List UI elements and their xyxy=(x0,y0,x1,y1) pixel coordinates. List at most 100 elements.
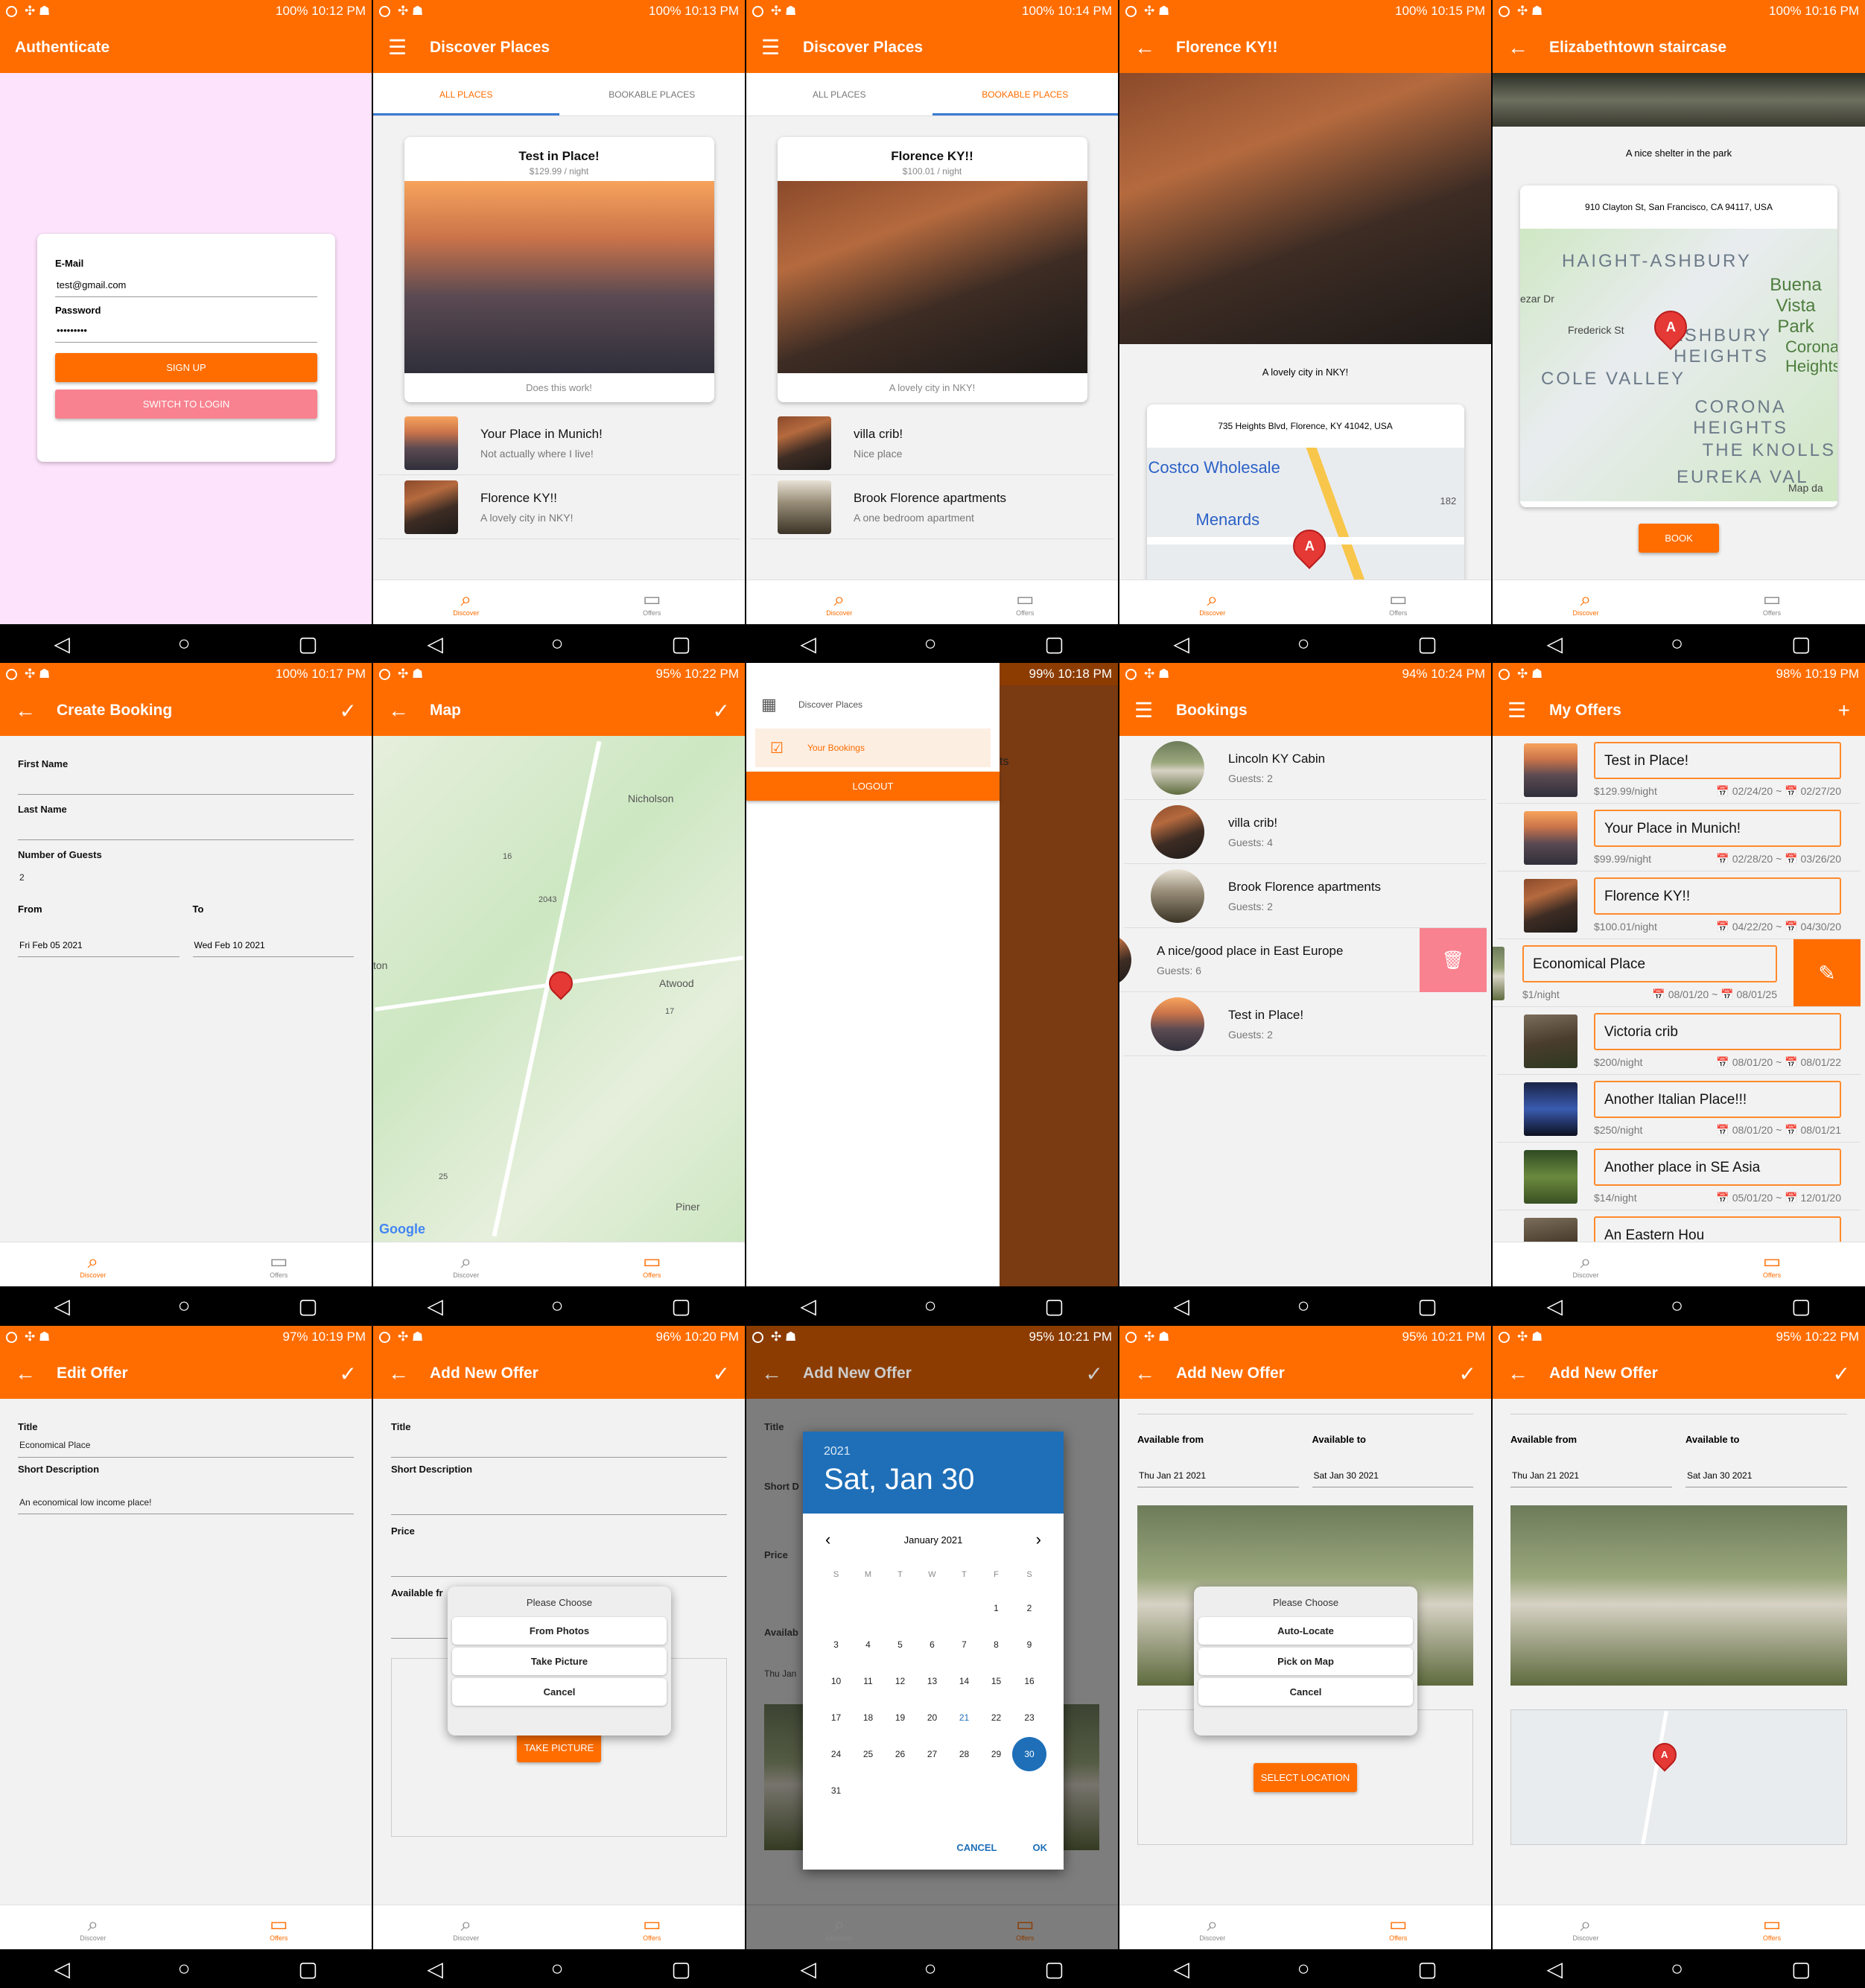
calendar-day[interactable]: 31 xyxy=(820,1772,852,1808)
menu-item-discover[interactable]: ▦ Discover Places xyxy=(746,685,1000,724)
tab-discover[interactable]: ⌕ Discover xyxy=(1119,580,1306,624)
back-icon[interactable]: ◁ xyxy=(54,1294,70,1318)
calendar-day[interactable]: 24 xyxy=(820,1735,852,1772)
calendar-day[interactable]: 18 xyxy=(852,1699,884,1735)
calendar-day[interactable]: 22 xyxy=(980,1699,1012,1735)
calendar-day[interactable]: 25 xyxy=(852,1735,884,1772)
recents-icon[interactable]: ▢ xyxy=(671,1294,690,1318)
offer-item[interactable]: Another Italian Place!!! $250/night 📅 08/0… xyxy=(1497,1075,1861,1143)
calendar-day[interactable]: 27 xyxy=(916,1735,948,1772)
back-arrow-icon[interactable]: ← xyxy=(761,1363,803,1384)
description-field[interactable]: Short Description An economical low incom… xyxy=(18,1464,354,1514)
list-item[interactable]: Florence KY!! A lovely city in NKY! xyxy=(378,475,740,539)
tab-offers[interactable]: ▭ Offers xyxy=(932,580,1119,624)
booking-item[interactable]: Test in Place! Guests: 2 xyxy=(1124,992,1487,1056)
take-picture-option[interactable]: Take Picture xyxy=(452,1648,667,1675)
recents-icon[interactable]: ▢ xyxy=(1791,632,1811,656)
price-field[interactable]: Price xyxy=(391,1525,727,1577)
back-icon[interactable]: ◁ xyxy=(1547,1957,1563,1981)
back-arrow-icon[interactable]: ← xyxy=(1507,1363,1549,1384)
auto-locate-option[interactable]: Auto-Locate xyxy=(1198,1617,1413,1645)
check-icon[interactable]: ✓ xyxy=(1459,1362,1476,1386)
back-arrow-icon[interactable]: ← xyxy=(1507,37,1549,58)
tab-offers[interactable]: ▭ Offers xyxy=(186,1242,372,1286)
cancel-option[interactable]: Cancel xyxy=(1198,1678,1413,1706)
field-input[interactable]: An economical low income place! xyxy=(18,1475,354,1514)
back-arrow-icon[interactable]: ← xyxy=(388,700,430,721)
back-icon[interactable]: ◁ xyxy=(1173,1957,1189,1981)
home-icon[interactable]: ○ xyxy=(1297,632,1310,655)
chevron-right-icon[interactable]: › xyxy=(1036,1530,1041,1549)
tab-offers[interactable]: ▭ Offers xyxy=(559,1905,746,1949)
recents-icon[interactable]: ▢ xyxy=(1791,1294,1811,1318)
field-input[interactable]: 2 xyxy=(18,860,354,889)
available-to-field[interactable]: Available to Sat Jan 30 2021 xyxy=(1312,1434,1473,1487)
menu-icon[interactable]: ☰ xyxy=(1134,700,1176,721)
calendar-day[interactable]: 2 xyxy=(1012,1590,1046,1626)
tab-all-places[interactable]: ALL PLACES xyxy=(746,73,932,115)
field-input[interactable]: Economical Place xyxy=(18,1432,354,1458)
field-input[interactable] xyxy=(391,1537,727,1577)
recents-icon[interactable]: ▢ xyxy=(671,632,690,656)
tab-offers[interactable]: ▭ Offers xyxy=(932,1905,1119,1949)
tab-all-places[interactable]: ALL PLACES xyxy=(373,73,559,115)
tab-offers[interactable]: ▭ Offers xyxy=(1306,1905,1492,1949)
recents-icon[interactable]: ▢ xyxy=(1791,1957,1811,1981)
list-item[interactable]: Brook Florence apartments A one bedroom a… xyxy=(751,475,1113,539)
offer-item[interactable]: An Eastern Hou xyxy=(1497,1210,1861,1242)
field-input[interactable] xyxy=(18,769,354,795)
field-input[interactable] xyxy=(391,1475,727,1515)
tab-discover[interactable]: ⌕ Discover xyxy=(0,1905,186,1949)
calendar-day[interactable]: 23 xyxy=(1012,1699,1046,1735)
available-to-field[interactable]: Available to Sat Jan 30 2021 xyxy=(1686,1434,1847,1487)
calendar-day[interactable]: 29 xyxy=(980,1735,1012,1772)
home-icon[interactable]: ○ xyxy=(1297,1294,1310,1318)
menu-icon[interactable]: ☰ xyxy=(388,37,430,58)
home-icon[interactable]: ○ xyxy=(1671,1294,1683,1318)
description-field[interactable]: Short Description xyxy=(391,1464,727,1515)
recents-icon[interactable]: ▢ xyxy=(298,632,317,656)
home-icon[interactable]: ○ xyxy=(551,1957,564,1981)
tab-discover[interactable]: ⌕ Discover xyxy=(1493,580,1679,624)
full-map[interactable]: Nicholson 16 2043 ton Atwood 17 25 Piner… xyxy=(373,736,745,1242)
recents-icon[interactable]: ▢ xyxy=(1417,1294,1437,1318)
back-icon[interactable]: ◁ xyxy=(54,1957,70,1981)
back-icon[interactable]: ◁ xyxy=(54,632,70,656)
home-icon[interactable]: ○ xyxy=(924,1957,937,1981)
cancel-option[interactable]: Cancel xyxy=(452,1678,667,1706)
available-from-field[interactable]: Available from Thu Jan 21 2021 xyxy=(1510,1434,1672,1487)
field-input[interactable]: Sat Jan 30 2021 xyxy=(1686,1445,1847,1487)
first-name-field[interactable]: First Name xyxy=(18,758,354,795)
booking-item[interactable]: villa crib! Guests: 4 xyxy=(1124,800,1487,864)
field-input[interactable]: Sat Jan 30 2021 xyxy=(1312,1445,1473,1487)
location-map-preview[interactable]: A xyxy=(1510,1709,1847,1845)
calendar-day[interactable]: 26 xyxy=(884,1735,916,1772)
recents-icon[interactable]: ▢ xyxy=(671,1957,690,1981)
tab-discover[interactable]: ⌕ Discover xyxy=(1119,1905,1306,1949)
back-icon[interactable]: ◁ xyxy=(1173,1294,1189,1318)
last-name-field[interactable]: Last Name xyxy=(18,804,354,840)
check-icon[interactable]: ✓ xyxy=(340,699,357,723)
back-icon[interactable]: ◁ xyxy=(800,632,816,656)
offer-item[interactable]: Florence KY!! $100.01/night 📅 04/22/20 ~ 📅… xyxy=(1497,871,1861,939)
field-input[interactable]: Thu Jan 21 2021 xyxy=(1137,1445,1299,1487)
tab-offers[interactable]: ▭ Offers xyxy=(1306,580,1492,624)
home-icon[interactable]: ○ xyxy=(924,1294,937,1318)
calendar-day[interactable]: 9 xyxy=(1012,1626,1046,1663)
tab-offers[interactable]: ▭ Offers xyxy=(559,1242,746,1286)
offer-item-swiped[interactable]: Economical Place $1/night 📅 08/01/20 ~ 📅 0… xyxy=(1493,939,1861,1007)
tab-discover[interactable]: ⌕ Discover xyxy=(746,580,932,624)
calendar-day[interactable]: 6 xyxy=(916,1626,948,1663)
calendar-day[interactable]: 11 xyxy=(852,1663,884,1699)
recents-icon[interactable]: ▢ xyxy=(1044,1957,1064,1981)
check-icon[interactable]: ✓ xyxy=(713,1362,730,1386)
delete-button[interactable]: 🗑 xyxy=(1420,928,1487,992)
signup-button[interactable]: SIGN UP xyxy=(55,353,317,382)
calendar-day[interactable]: 7 xyxy=(948,1626,980,1663)
calendar-year[interactable]: 2021 xyxy=(824,1445,1043,1458)
title-field[interactable]: Title xyxy=(391,1421,727,1458)
home-icon[interactable]: ○ xyxy=(551,632,564,655)
back-icon[interactable]: ◁ xyxy=(1547,1294,1563,1318)
menu-item-bookings[interactable]: ☑ Your Bookings xyxy=(755,728,991,767)
tab-offers[interactable]: ▭ Offers xyxy=(1679,1242,1865,1286)
